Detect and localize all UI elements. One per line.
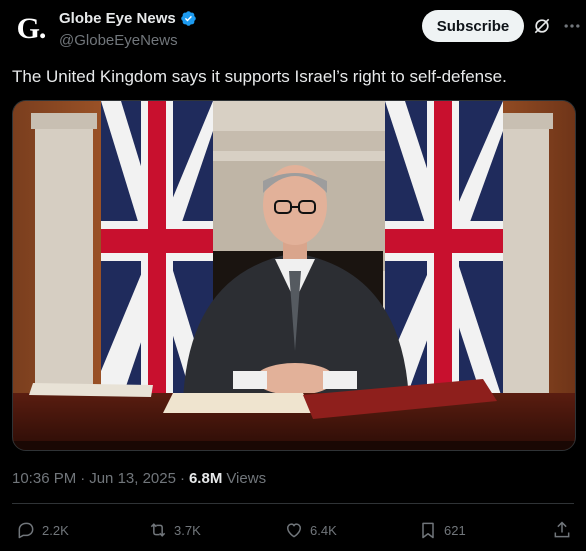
more-icon[interactable] [562,16,582,36]
grok-icon[interactable] [532,16,552,36]
avatar[interactable]: G. [12,10,50,48]
subscribe-button[interactable]: Subscribe [422,10,524,42]
repost-icon [150,523,166,537]
divider [12,503,574,504]
reply-icon [18,522,34,539]
tweet-header: G. Globe Eye News @GlobeEyeNews Subscrib… [0,0,586,60]
avatar-logo: G. [16,12,47,45]
action-bar: 2.2K 3.7K 6.4K 621 [0,516,586,544]
tweet-time[interactable]: 10:36 PM [12,470,76,487]
bookmark-icon [422,522,434,539]
share-icon [554,521,570,538]
display-name[interactable]: Globe Eye News [59,10,176,27]
verified-badge-icon [180,11,196,26]
tweet-date[interactable]: Jun 13, 2025 [89,470,176,487]
share-button[interactable] [552,516,578,544]
repost-count: 3.7K [174,522,201,538]
repost-button[interactable]: 3.7K [148,516,201,544]
views-count: 6.8M [188,470,223,487]
bookmark-button[interactable]: 621 [418,516,466,544]
tweet-meta: 10:36 PM · Jun 13, 2025 · 6.8M Views [12,470,266,487]
heart-icon [287,523,301,538]
reply-button[interactable]: 2.2K [16,516,69,544]
bookmark-count: 621 [444,522,466,538]
tweet-photo[interactable] [12,100,576,451]
photo-illustration [13,101,575,450]
views-label: Views [226,470,267,487]
like-button[interactable]: 6.4K [284,516,337,544]
meta-separator: · [179,470,185,487]
handle[interactable]: @GlobeEyeNews [59,32,178,49]
tweet-text: The United Kingdom says it supports Isra… [12,67,507,86]
meta-separator: · [80,470,86,487]
name-row: Globe Eye News [59,10,197,27]
reply-count: 2.2K [42,522,69,538]
like-count: 6.4K [310,522,337,538]
